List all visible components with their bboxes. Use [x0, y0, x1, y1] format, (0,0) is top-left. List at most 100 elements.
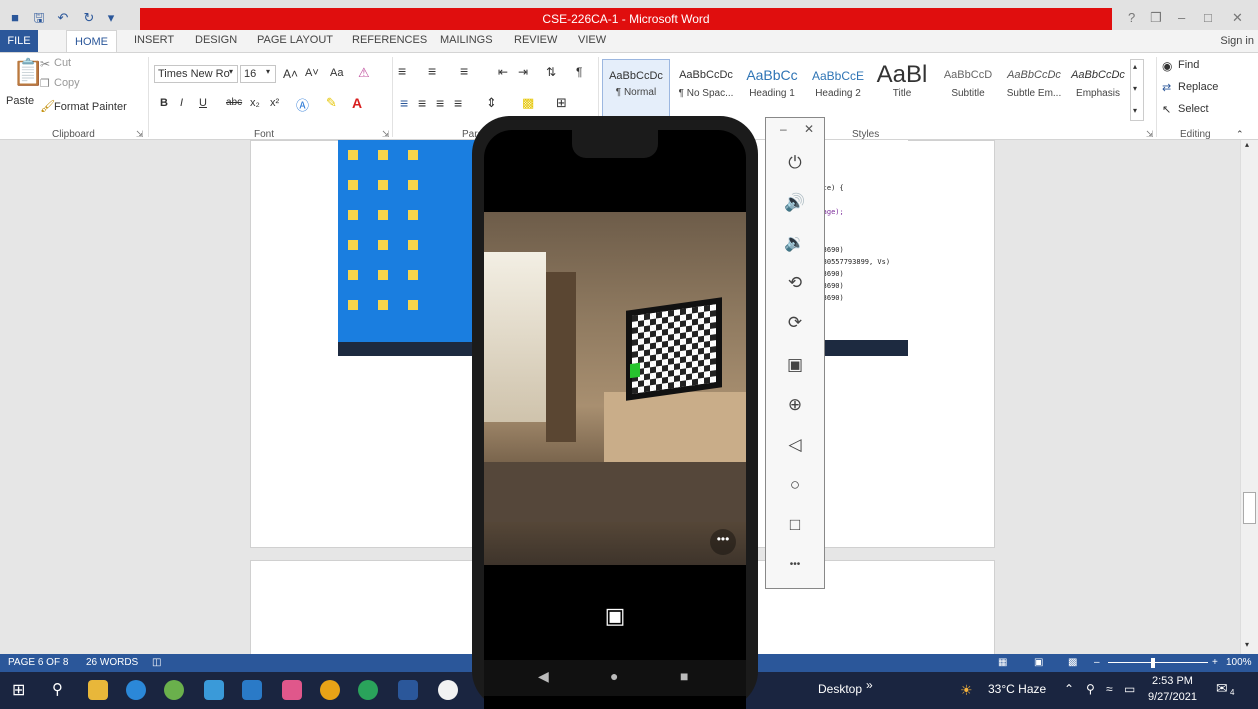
more-styles-icon[interactable]: ▾: [1133, 106, 1137, 115]
page-count-indicator[interactable]: PAGE 6 OF 8: [8, 654, 68, 672]
clipboard-launcher-icon[interactable]: ⇲: [136, 129, 144, 140]
tab-references[interactable]: REFERENCES: [352, 34, 427, 46]
zoom-in-icon[interactable]: +: [1212, 654, 1218, 672]
rotate-right-icon[interactable]: ⟳: [780, 308, 810, 338]
tab-file[interactable]: FILE: [0, 30, 38, 52]
style-no-spacing[interactable]: AaBbCcDc ¶ No Spac...: [672, 59, 740, 121]
scrollbar-thumb[interactable]: [1243, 492, 1256, 524]
network-icon[interactable]: ≈: [1106, 682, 1113, 696]
subscript-button[interactable]: x₂: [250, 97, 260, 109]
justify-icon[interactable]: ≡: [454, 95, 462, 111]
shading-icon[interactable]: ▩: [522, 95, 534, 111]
volume-up-icon[interactable]: 🔊: [780, 188, 810, 218]
app-icon[interactable]: [204, 680, 224, 700]
scroll-up-icon[interactable]: ▴: [1245, 140, 1249, 149]
clock-time[interactable]: 2:53 PM: [1152, 675, 1193, 687]
style-heading-1[interactable]: AaBbCc Heading 1: [738, 59, 806, 121]
cut-icon[interactable]: ✂: [40, 57, 50, 71]
cut-button[interactable]: Cut: [54, 57, 71, 69]
vertical-scrollbar[interactable]: ▴ ▾: [1240, 140, 1258, 654]
binoculars-icon[interactable]: ◉: [1162, 59, 1172, 73]
vscode-icon[interactable]: [242, 680, 262, 700]
weather-icon[interactable]: ☀: [960, 682, 973, 699]
undo-icon[interactable]: ↶: [54, 10, 72, 26]
save-icon[interactable]: 🖫: [30, 10, 48, 26]
paste-button[interactable]: Paste: [6, 95, 34, 107]
select-cursor-icon[interactable]: ↖: [1162, 103, 1171, 116]
zoom-slider-thumb[interactable]: [1151, 658, 1155, 668]
emulator-taskbar-icon[interactable]: [438, 680, 458, 700]
chevron-up-icon[interactable]: ▴: [1133, 62, 1137, 71]
sign-in-link[interactable]: Sign in: [1220, 35, 1254, 47]
screenshot-icon[interactable]: ▣: [780, 350, 810, 380]
strikethrough-button[interactable]: abc: [226, 97, 242, 108]
home-icon[interactable]: ○: [780, 470, 810, 500]
multilevel-list-icon[interactable]: ≡: [460, 63, 468, 79]
zoom-level[interactable]: 100%: [1226, 654, 1252, 672]
style-subtitle[interactable]: AaBbCcD Subtitle: [934, 59, 1002, 121]
superscript-button[interactable]: x²: [270, 97, 279, 109]
rotate-left-icon[interactable]: ⟲: [780, 268, 810, 298]
show-formatting-button[interactable]: ¶: [576, 65, 582, 79]
nav-overview-icon[interactable]: ■: [680, 668, 688, 684]
select-button[interactable]: Select: [1178, 103, 1209, 115]
italic-button[interactable]: I: [180, 97, 183, 109]
tab-view[interactable]: VIEW: [578, 34, 606, 46]
replace-icon[interactable]: ⇄: [1162, 81, 1171, 94]
zoom-slider-track[interactable]: [1108, 662, 1208, 663]
minimize-button[interactable]: –: [1178, 10, 1185, 25]
desktop-toolbar[interactable]: Desktop: [818, 682, 862, 696]
android-studio-icon[interactable]: [358, 680, 378, 700]
maximize-button[interactable]: □: [1204, 10, 1212, 25]
tab-review[interactable]: REVIEW: [514, 34, 557, 46]
power-icon[interactable]: ⏻: [780, 148, 810, 178]
styles-launcher-icon[interactable]: ⇲: [1146, 129, 1154, 140]
highlight-color-icon[interactable]: ✎: [326, 95, 337, 111]
show-hidden-icons-icon[interactable]: ⌃: [1064, 682, 1074, 696]
battery-icon[interactable]: ▭: [1124, 682, 1135, 696]
nav-home-icon[interactable]: ●: [610, 668, 618, 684]
zoom-out-icon[interactable]: –: [1094, 654, 1100, 672]
style-title[interactable]: AaBl Title: [868, 59, 936, 121]
back-icon[interactable]: ◁: [780, 430, 810, 460]
tab-mailings[interactable]: MAILINGS: [440, 34, 493, 46]
toolbar-expand-icon[interactable]: »: [866, 678, 873, 692]
emulator-screen[interactable]: ••• ▣ ◀ ● ■: [484, 130, 746, 709]
styles-gallery-scroller[interactable]: ▴ ▾ ▾: [1130, 59, 1144, 121]
emulator-close-button[interactable]: ✕: [804, 122, 864, 136]
shrink-font-button[interactable]: A˅: [305, 67, 319, 79]
nav-back-icon[interactable]: ◀: [538, 668, 549, 685]
overview-icon[interactable]: □: [780, 510, 810, 540]
edge-icon[interactable]: [126, 680, 146, 700]
bold-button[interactable]: B: [160, 97, 168, 109]
meet-now-icon[interactable]: ⚲: [1086, 682, 1095, 696]
camera-preview[interactable]: •••: [484, 212, 746, 565]
chrome-icon[interactable]: [320, 680, 340, 700]
ribbon-display-options-button[interactable]: ❒: [1150, 10, 1162, 26]
close-button[interactable]: ✕: [1232, 10, 1243, 26]
customize-quick-access-icon[interactable]: ▾: [102, 10, 120, 26]
style-heading-2[interactable]: AaBbCcE Heading 2: [804, 59, 872, 121]
collapse-ribbon-icon[interactable]: ⌃: [1236, 129, 1244, 140]
proofing-icon[interactable]: ◫: [152, 654, 161, 672]
tab-page-layout[interactable]: PAGE LAYOUT: [257, 34, 333, 46]
find-button[interactable]: Find: [1178, 59, 1199, 71]
zoom-icon[interactable]: ⊕: [780, 390, 810, 420]
scroll-down-icon[interactable]: ▾: [1245, 640, 1249, 649]
help-button[interactable]: ?: [1128, 10, 1135, 25]
volume-down-icon[interactable]: 🔉: [780, 228, 810, 258]
style-emphasis[interactable]: AaBbCcDc Emphasis: [1064, 59, 1132, 121]
tab-home[interactable]: HOME: [66, 30, 117, 54]
extended-controls-button[interactable]: •••: [780, 550, 810, 580]
search-icon[interactable]: ⚲: [52, 680, 63, 698]
weather-text[interactable]: 33°C Haze: [988, 682, 1046, 696]
font-color-icon[interactable]: A: [352, 95, 362, 111]
copy-button[interactable]: Copy: [54, 77, 80, 89]
align-center-icon[interactable]: ≡: [418, 95, 426, 111]
format-painter-button[interactable]: Format Painter: [54, 101, 127, 113]
sort-icon[interactable]: ⇅: [546, 65, 556, 79]
font-size-select[interactable]: 16: [240, 65, 276, 83]
underline-button[interactable]: U: [199, 97, 207, 109]
chevron-down-icon[interactable]: ▾: [1133, 84, 1137, 93]
word-count-indicator[interactable]: 26 WORDS: [86, 654, 138, 672]
